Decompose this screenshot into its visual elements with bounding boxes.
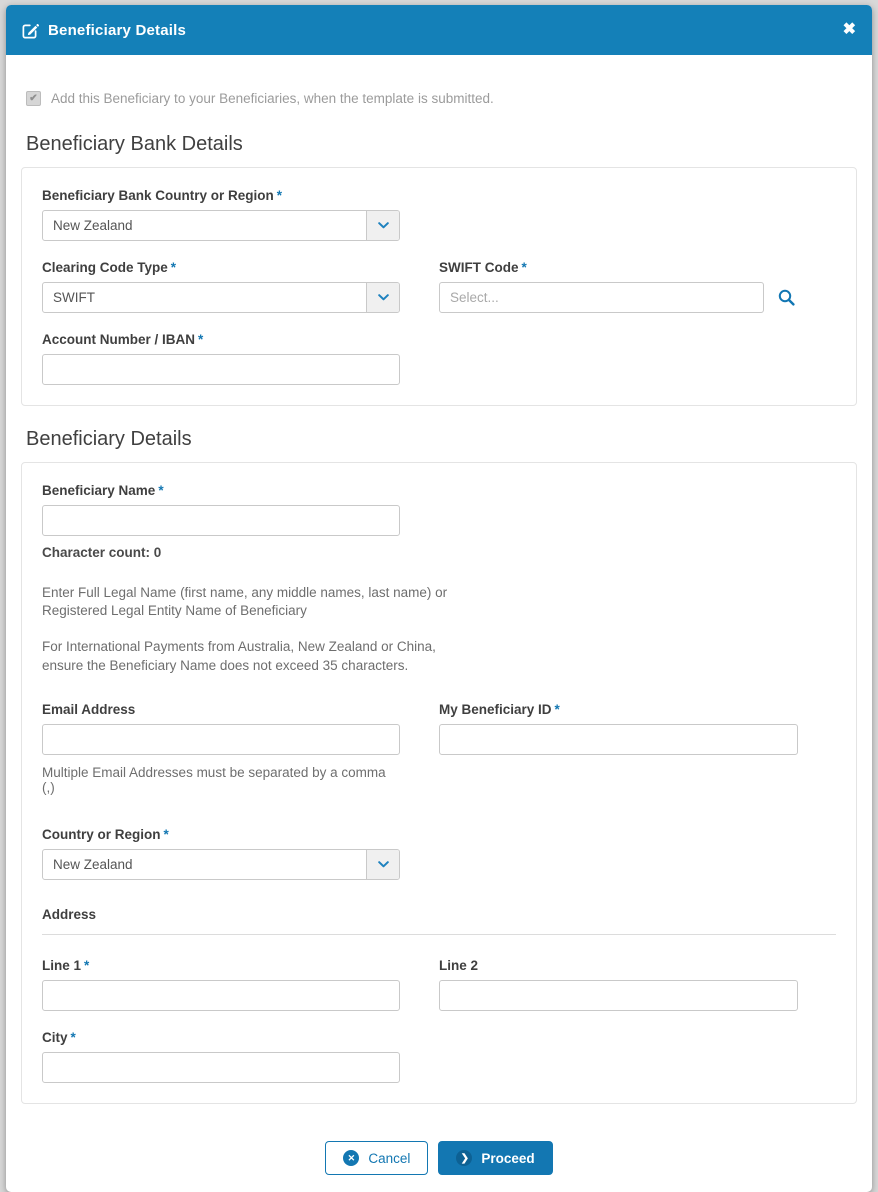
required-asterisk: * (554, 701, 560, 717)
proceed-button-label: Proceed (481, 1150, 535, 1166)
address-divider (42, 934, 836, 936)
beneficiary-details-modal: Beneficiary Details ✖ ✔ Add this Benefic… (6, 5, 872, 1192)
character-count: Character count: 0 (42, 545, 162, 560)
country-region-field: Country or Region * New Zealand (42, 827, 836, 881)
close-icon[interactable]: ✖ (843, 22, 856, 38)
modal-footer: ✕ Cancel ❯ Proceed (6, 1104, 872, 1192)
cancel-button[interactable]: ✕ Cancel (325, 1141, 429, 1176)
add-beneficiary-checkbox[interactable]: ✔ (26, 91, 41, 106)
modal-title: Beneficiary Details (48, 21, 187, 39)
bank-country-field: Beneficiary Bank Country or Region * New … (42, 188, 836, 241)
country-region-select[interactable]: New Zealand (42, 849, 400, 881)
clearing-code-field: Clearing Code Type * SWIFT (42, 260, 400, 313)
beneficiary-name-help: Enter Full Legal Name (first name, any m… (42, 584, 836, 675)
modal-header: Beneficiary Details ✖ (6, 5, 872, 55)
clearing-code-label: Clearing Code Type * (42, 260, 177, 275)
bank-country-label: Beneficiary Bank Country or Region * (42, 188, 283, 203)
beneficiary-details-heading: Beneficiary Details (26, 428, 192, 450)
account-number-label: Account Number / IBAN * (42, 332, 204, 347)
add-beneficiary-checkbox-label: Add this Beneficiary to your Beneficiari… (51, 91, 494, 106)
bank-country-value: New Zealand (53, 218, 133, 233)
line2-field: Line 2 (439, 958, 798, 1012)
city-input[interactable] (42, 1052, 400, 1084)
beneficiary-id-label: My Beneficiary ID * (439, 701, 560, 717)
bank-details-panel: Beneficiary Bank Country or Region * New … (21, 167, 857, 406)
country-region-label: Country or Region * (42, 827, 169, 843)
account-number-field: Account Number / IBAN * (42, 332, 836, 385)
city-field: City * (42, 1030, 836, 1084)
proceed-button[interactable]: ❯ Proceed (438, 1141, 553, 1176)
line1-label: Line 1 * (42, 958, 90, 974)
required-asterisk: * (158, 483, 164, 498)
swift-code-label: SWIFT Code * (439, 260, 527, 275)
search-icon[interactable] (778, 289, 795, 306)
beneficiary-name-label: Beneficiary Name * (42, 483, 164, 498)
line1-input[interactable] (42, 980, 400, 1012)
email-field-wrap: Email Address Multiple Email Addresses m… (42, 702, 400, 809)
chevron-down-icon[interactable] (366, 211, 399, 240)
edit-icon (22, 22, 39, 39)
required-asterisk: * (163, 827, 169, 843)
email-note: Multiple Email Addresses must be separat… (42, 764, 386, 795)
swift-code-field: SWIFT Code * (439, 260, 798, 313)
account-number-input[interactable] (42, 354, 400, 385)
bank-details-heading: Beneficiary Bank Details (26, 133, 243, 155)
beneficiary-details-panel: Beneficiary Name * Character count: 0 Ent… (21, 462, 857, 1105)
clearing-code-select[interactable]: SWIFT (42, 282, 400, 313)
line1-field: Line 1 * (42, 958, 400, 1012)
line2-input[interactable] (439, 980, 798, 1012)
beneficiary-id-field: My Beneficiary ID * (439, 702, 798, 755)
chevron-down-icon[interactable] (366, 283, 399, 312)
country-region-value: New Zealand (53, 857, 133, 873)
help-text-char-limit: For International Payments from Australi… (42, 639, 436, 673)
help-text-legal-name: Enter Full Legal Name (first name, any m… (42, 585, 448, 619)
line2-label: Line 2 (439, 958, 479, 974)
address-heading: Address (42, 907, 97, 923)
swift-code-input[interactable] (439, 282, 764, 313)
email-label: Email Address (42, 701, 136, 717)
required-asterisk: * (70, 1030, 76, 1046)
bank-country-select[interactable]: New Zealand (42, 210, 400, 241)
required-asterisk: * (276, 188, 283, 203)
required-asterisk: * (198, 332, 204, 347)
proceed-arrow-icon: ❯ (456, 1150, 473, 1167)
clearing-code-value: SWIFT (53, 290, 95, 305)
cancel-button-label: Cancel (368, 1150, 411, 1166)
beneficiary-name-field: Beneficiary Name * Character count: 0 (42, 483, 836, 560)
chevron-down-icon[interactable] (366, 850, 399, 880)
add-beneficiary-checkbox-row: ✔ Add this Beneficiary to your Beneficia… (26, 91, 857, 106)
required-asterisk: * (84, 958, 90, 974)
required-asterisk: * (521, 260, 527, 275)
beneficiary-id-input[interactable] (439, 723, 798, 755)
beneficiary-name-input[interactable] (42, 505, 400, 536)
modal-body: ✔ Add this Beneficiary to your Beneficia… (6, 91, 872, 1105)
required-asterisk: * (170, 260, 177, 275)
cancel-circle-x-icon: ✕ (343, 1150, 360, 1167)
city-label: City * (42, 1030, 76, 1046)
email-input[interactable] (42, 723, 400, 755)
